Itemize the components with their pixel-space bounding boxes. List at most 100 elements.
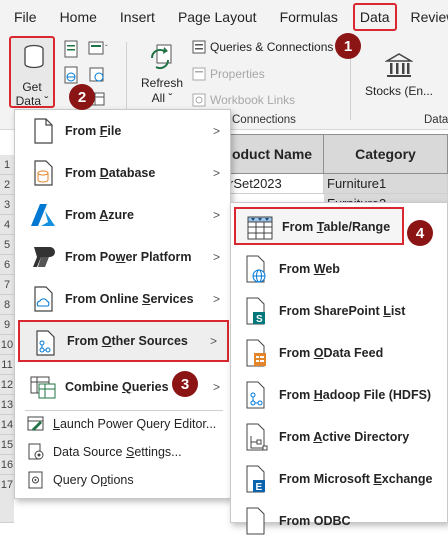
power-query-editor-icon (27, 415, 45, 433)
tab-formulas[interactable]: Formulas (280, 9, 338, 25)
tab-page-layout[interactable]: Page Layout (178, 9, 257, 25)
row-header[interactable]: 6 (0, 255, 14, 275)
refresh-icon (148, 42, 176, 70)
active-directory-icon (243, 422, 271, 452)
tab-review[interactable]: Review (411, 9, 448, 25)
submenu-item-from-hadoop[interactable]: From Hadoop File (HDFS) (231, 374, 447, 416)
submenu-item-from-exchange[interactable]: E From Microsoft Exchange (231, 458, 447, 500)
refresh-all-button[interactable]: Refresh All ˇ (138, 38, 186, 108)
chevron-right-icon: > (213, 292, 220, 306)
stocks-button[interactable]: Stocks (En... (364, 40, 434, 104)
properties-icon (192, 67, 206, 81)
get-data-label-2: Data ˇ (11, 94, 53, 108)
row-header[interactable]: 5 (0, 235, 14, 255)
menu-item-from-azure[interactable]: From Azure > (15, 194, 230, 236)
menu-item-query-options[interactable]: Query Options (15, 467, 230, 493)
menu-item-from-file[interactable]: From File > (15, 110, 230, 152)
file-icon (29, 117, 57, 145)
cell-product[interactable]: rSet2023 (226, 174, 324, 194)
row-header[interactable]: 15 (0, 435, 14, 455)
queries-connections-label: Queries & Connections (210, 40, 333, 54)
exchange-icon: E (243, 464, 271, 494)
step-badge-4: 4 (407, 220, 433, 246)
refresh-label-2: All ˇ (138, 91, 186, 105)
tab-data[interactable]: Data (353, 3, 397, 31)
submenu-item-from-sharepoint-list[interactable]: S From SharePoint List (231, 290, 447, 332)
row-header[interactable]: 9 (0, 315, 14, 335)
row-header[interactable]: 2 (0, 175, 14, 195)
row-header[interactable]: 10 (0, 335, 14, 355)
chevron-right-icon: > (213, 250, 220, 264)
submenu-item-from-table-range[interactable]: From Table/Range (234, 207, 404, 245)
row-header[interactable]: 12 (0, 375, 14, 395)
chevron-down-icon: ˇ (168, 91, 172, 105)
get-data-label: Get (11, 80, 53, 94)
row-header[interactable]: 13 (0, 395, 14, 415)
submenu-item-from-odata-feed[interactable]: From OData Feed (231, 332, 447, 374)
queries-icon (192, 40, 206, 54)
submenu-item-from-active-directory[interactable]: From Active Directory (231, 416, 447, 458)
ribbon-tab-bar: File Home Insert Page Layout Formulas Da… (0, 0, 448, 34)
get-data-button[interactable]: Get Data ˇ (9, 36, 55, 108)
stocks-label: Stocks (En... (364, 84, 434, 98)
menu-item-from-database[interactable]: From Database > (15, 152, 230, 194)
submenu-item-from-odbc[interactable]: From ODBC (231, 500, 447, 542)
workbook-links-icon (192, 93, 206, 107)
menu-item-from-online-services[interactable]: From Online Services > (15, 278, 230, 320)
table-range-icon (246, 213, 274, 243)
svg-text:S: S (256, 314, 263, 325)
chevron-down-icon: ˇ (44, 94, 48, 108)
cell-category[interactable]: Furniture1 (324, 174, 448, 194)
workbook-links-label: Workbook Links (210, 93, 295, 107)
odbc-icon (243, 506, 271, 536)
menu-item-launch-power-query-editor[interactable]: Launch Power Query Editor... (15, 411, 230, 437)
menu-item-from-power-platform[interactable]: From Power Platform > (15, 236, 230, 278)
properties-label: Properties (210, 67, 265, 81)
header-category[interactable]: Category (323, 134, 448, 174)
query-options-icon (27, 471, 45, 489)
other-sources-icon (31, 329, 59, 357)
row-header[interactable]: 3 (0, 195, 14, 215)
chevron-right-icon: > (213, 124, 220, 138)
get-data-menu: From File > From Database > From Azure >… (14, 109, 231, 499)
properties-button[interactable]: Properties (192, 67, 265, 81)
database-file-icon (29, 159, 57, 187)
menu-item-from-other-sources[interactable]: From Other Sources > (18, 320, 229, 362)
other-sources-submenu: From Table/Range From Web S From SharePo… (230, 202, 448, 523)
chevron-right-icon: > (213, 380, 220, 394)
step-badge-1: 1 (335, 33, 361, 59)
tab-insert[interactable]: Insert (120, 9, 155, 25)
svg-text:ˇ: ˇ (105, 44, 108, 53)
menu-item-combine-queries[interactable]: Combine Queries > (15, 366, 230, 408)
submenu-item-from-web[interactable]: From Web (231, 248, 447, 290)
chevron-right-icon: > (213, 208, 220, 222)
menu-item-data-source-settings[interactable]: Data Source Settings... (15, 439, 230, 465)
refresh-label: Refresh (138, 76, 186, 90)
row-header[interactable]: 1 (0, 155, 14, 175)
row-header[interactable]: 16 (0, 455, 14, 475)
sharepoint-icon: S (243, 296, 271, 326)
from-web-icon[interactable] (62, 66, 80, 84)
header-product-name[interactable]: oduct Name (220, 134, 324, 174)
svg-text:E: E (256, 482, 263, 493)
row-header[interactable]: 7 (0, 275, 14, 295)
existing-connections-icon[interactable] (88, 66, 106, 84)
queries-connections-button[interactable]: Queries & Connections (192, 40, 333, 54)
chevron-right-icon: > (210, 334, 217, 348)
row-header[interactable]: 14 (0, 415, 14, 435)
row-header[interactable]: 8 (0, 295, 14, 315)
tab-file[interactable]: File (14, 9, 37, 25)
bank-icon (385, 52, 413, 80)
tab-home[interactable]: Home (60, 9, 97, 25)
workbook-links-button[interactable]: Workbook Links (192, 93, 295, 107)
step-badge-2: 2 (69, 84, 95, 110)
database-icon (23, 44, 45, 70)
chevron-right-icon: > (213, 166, 220, 180)
row-header[interactable]: 4 (0, 215, 14, 235)
from-text-csv-icon[interactable] (62, 40, 80, 58)
step-badge-3: 3 (172, 371, 198, 397)
row-header[interactable]: 11 (0, 355, 14, 375)
row-header[interactable]: 17 (0, 475, 14, 523)
recent-sources-icon[interactable]: ˇ (88, 40, 114, 58)
combine-queries-icon (29, 373, 57, 401)
